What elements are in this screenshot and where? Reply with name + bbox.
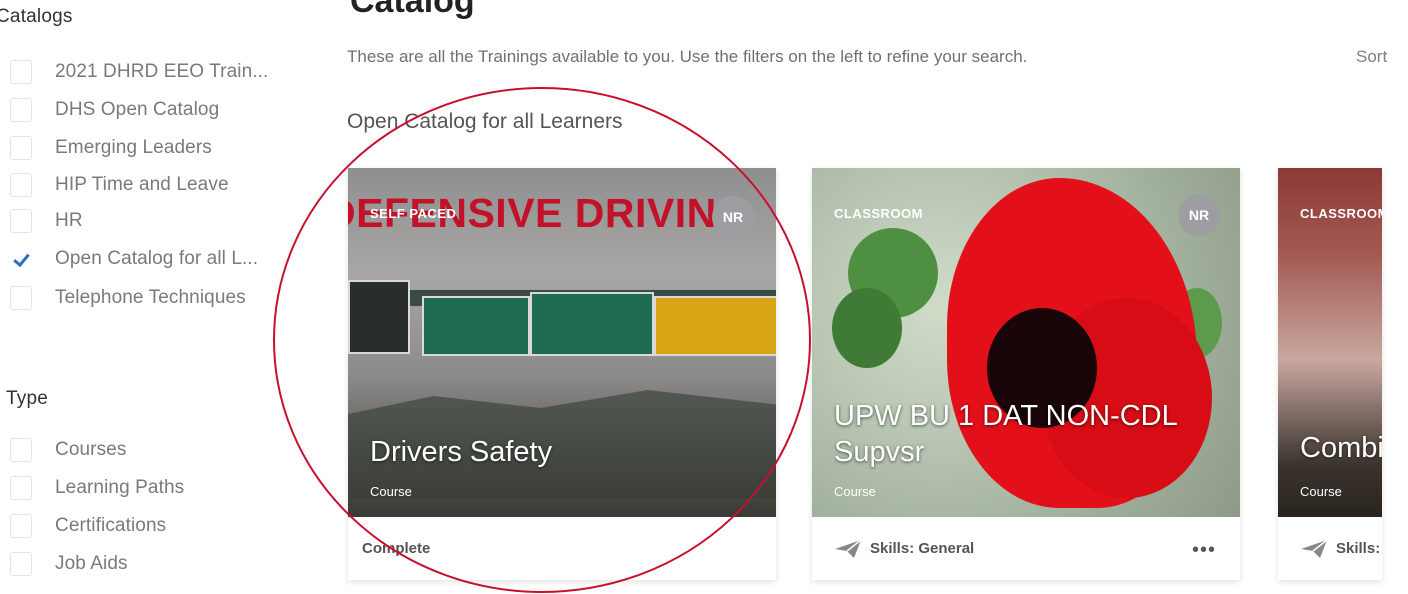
highlight-circle-annotation <box>273 87 811 593</box>
